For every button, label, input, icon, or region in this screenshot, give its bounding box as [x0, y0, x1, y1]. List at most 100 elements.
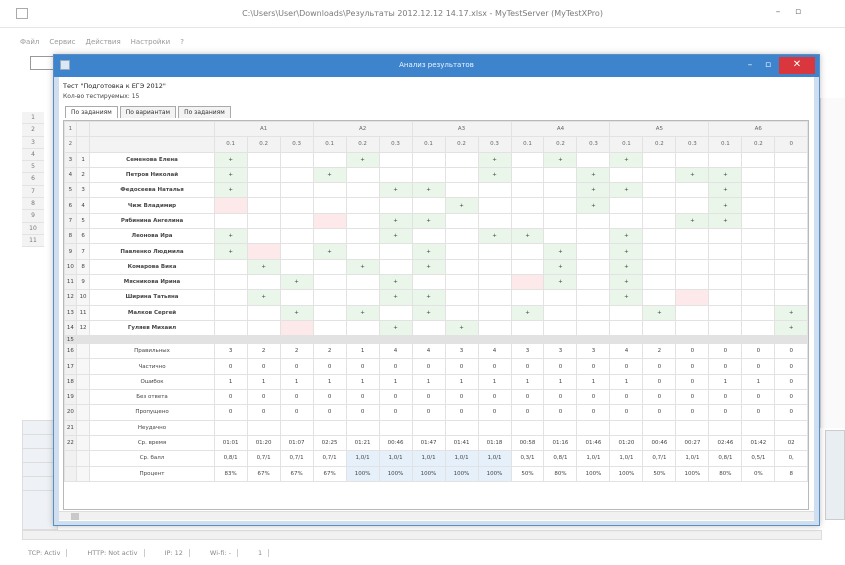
answer-cell[interactable] [213, 197, 248, 214]
subtask-header[interactable]: 0.2 [246, 136, 281, 153]
answer-cell[interactable] [609, 319, 644, 337]
answer-cell[interactable] [774, 273, 808, 291]
subtask-header[interactable]: 0.2 [741, 136, 776, 153]
answer-cell[interactable] [642, 243, 677, 260]
answer-cell[interactable] [642, 319, 677, 337]
answer-correct-cell[interactable]: + [543, 151, 578, 168]
subtask-header[interactable]: 0.2 [543, 136, 578, 153]
answer-cell[interactable] [774, 197, 808, 214]
subtask-header[interactable]: 0.1 [510, 136, 545, 153]
answer-cell[interactable] [708, 243, 743, 260]
subtask-header[interactable]: 0.1 [213, 136, 248, 153]
subtask-header[interactable]: 0.3 [279, 136, 314, 153]
answer-cell[interactable] [312, 273, 347, 291]
answer-cell[interactable] [279, 319, 314, 337]
answer-cell[interactable] [675, 151, 710, 168]
student-name[interactable]: Комарова Вика [89, 258, 215, 275]
answer-cell[interactable] [774, 228, 808, 245]
answer-cell[interactable] [477, 304, 512, 321]
answer-cell[interactable] [708, 228, 743, 245]
scroll-thumb[interactable] [71, 513, 79, 520]
tab-by-tasks[interactable]: По заданиям [65, 106, 118, 118]
answer-cell[interactable] [378, 151, 413, 168]
answer-cell[interactable] [345, 166, 380, 184]
answer-cell[interactable] [543, 166, 578, 184]
answer-correct-cell[interactable]: + [213, 151, 248, 168]
subtask-header[interactable]: 0.2 [345, 136, 380, 153]
answer-cell[interactable] [213, 289, 248, 306]
answer-cell[interactable] [444, 273, 479, 291]
answer-cell[interactable] [477, 197, 512, 214]
student-row[interactable]: 12 10 Ширина Татьяна + + + + [64, 289, 808, 306]
answer-cell[interactable] [543, 228, 578, 245]
task-group-header[interactable]: A1 [213, 121, 314, 138]
answer-cell[interactable] [675, 228, 710, 245]
answer-cell[interactable] [444, 228, 479, 245]
answer-cell[interactable] [312, 289, 347, 306]
answer-cell[interactable] [576, 243, 611, 260]
student-name[interactable]: Федосеева Наталья [89, 182, 215, 199]
answer-cell[interactable] [510, 182, 545, 199]
answer-correct-cell[interactable]: + [378, 212, 413, 230]
answer-cell[interactable] [411, 228, 446, 245]
answer-cell[interactable] [213, 212, 248, 230]
answer-cell[interactable] [510, 258, 545, 275]
subtask-header[interactable]: 0.3 [477, 136, 512, 153]
answer-cell[interactable] [675, 182, 710, 199]
task-group-header[interactable]: A6 [708, 121, 808, 138]
answer-cell[interactable] [741, 151, 776, 168]
answer-cell[interactable] [246, 197, 281, 214]
dialog-maximize-icon[interactable]: ▫ [761, 59, 775, 71]
answer-cell[interactable] [378, 304, 413, 321]
subtask-header[interactable]: 0.3 [675, 136, 710, 153]
answer-cell[interactable] [675, 197, 710, 214]
answer-cell[interactable] [246, 243, 281, 260]
answer-correct-cell[interactable]: + [609, 243, 644, 260]
student-row[interactable]: 10 8 Комарова Вика + + + + + [64, 258, 808, 275]
student-name[interactable]: Леонова Ира [89, 228, 215, 245]
answer-correct-cell[interactable]: + [576, 166, 611, 184]
answer-cell[interactable] [642, 228, 677, 245]
answer-cell[interactable] [444, 182, 479, 199]
answer-correct-cell[interactable]: + [543, 258, 578, 275]
answer-correct-cell[interactable]: + [279, 273, 314, 291]
answer-cell[interactable] [543, 289, 578, 306]
answer-correct-cell[interactable]: + [708, 212, 743, 230]
answer-correct-cell[interactable]: + [510, 304, 545, 321]
answer-cell[interactable] [246, 151, 281, 168]
answer-correct-cell[interactable]: + [411, 289, 446, 306]
answer-cell[interactable] [642, 166, 677, 184]
answer-correct-cell[interactable]: + [411, 304, 446, 321]
answer-cell[interactable] [477, 319, 512, 337]
answer-cell[interactable] [312, 228, 347, 245]
answer-correct-cell[interactable]: + [708, 166, 743, 184]
answer-correct-cell[interactable]: + [213, 228, 248, 245]
answer-correct-cell[interactable]: + [312, 166, 347, 184]
answer-correct-cell[interactable]: + [675, 166, 710, 184]
answer-cell[interactable] [213, 273, 248, 291]
answer-cell[interactable] [213, 258, 248, 275]
answer-correct-cell[interactable]: + [378, 228, 413, 245]
background-right-scroll[interactable] [825, 430, 845, 520]
answer-cell[interactable] [774, 151, 808, 168]
answer-cell[interactable] [477, 182, 512, 199]
answer-cell[interactable] [576, 258, 611, 275]
answer-correct-cell[interactable]: + [642, 304, 677, 321]
subtask-header[interactable]: 0.3 [576, 136, 611, 153]
answer-cell[interactable] [675, 289, 710, 306]
answer-correct-cell[interactable]: + [444, 197, 479, 214]
answer-cell[interactable] [774, 258, 808, 275]
student-row[interactable]: 6 4 Чиж Владимир + + + [64, 197, 808, 214]
answer-cell[interactable] [477, 289, 512, 306]
answer-cell[interactable] [279, 243, 314, 260]
menu-service[interactable]: Сервис [49, 38, 75, 50]
answer-cell[interactable] [576, 304, 611, 321]
answer-cell[interactable] [774, 182, 808, 199]
answer-cell[interactable] [642, 197, 677, 214]
answer-cell[interactable] [477, 273, 512, 291]
student-name[interactable]: Рябинина Ангелина [89, 212, 215, 230]
answer-cell[interactable] [378, 166, 413, 184]
answer-cell[interactable] [576, 212, 611, 230]
main-horizontal-scrollbar[interactable] [22, 530, 822, 540]
answer-correct-cell[interactable]: + [213, 166, 248, 184]
